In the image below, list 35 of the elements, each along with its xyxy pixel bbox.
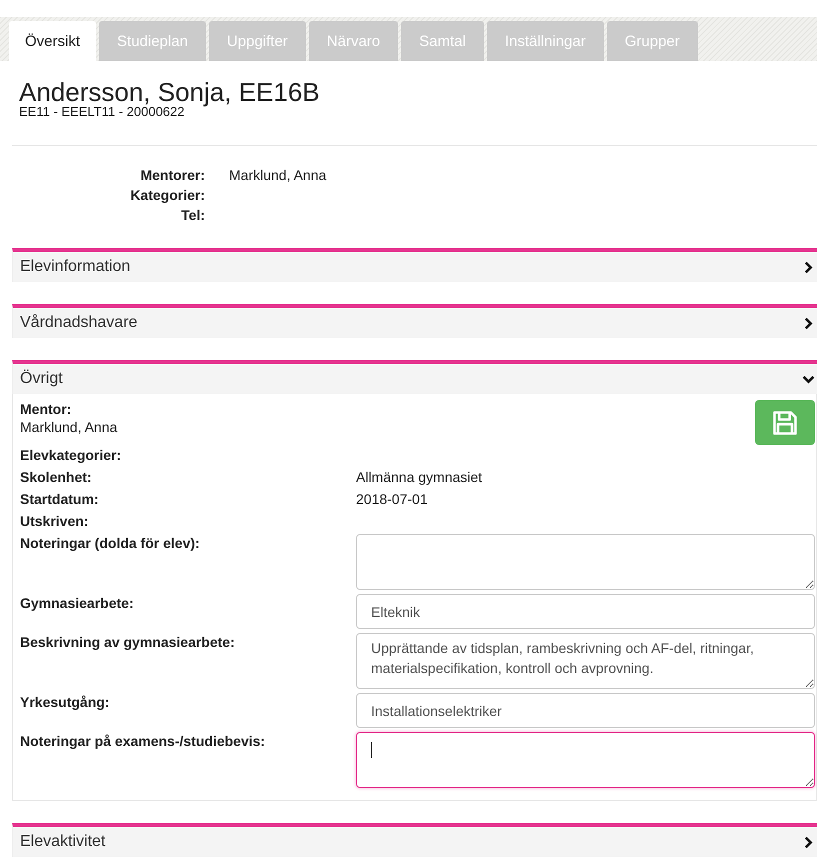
field-value: Marklund, Anna: [20, 418, 118, 436]
panel-title: Vårdnadshavare: [20, 314, 138, 332]
field-value: 2018-07-01: [356, 490, 428, 508]
chevron-right-icon[interactable]: [802, 836, 815, 848]
panel-header[interactable]: Elevinformation: [12, 248, 817, 282]
panel-title: Övrigt: [20, 370, 63, 388]
field-value: Allmänna gymnasiet: [356, 468, 482, 486]
student-name: Andersson, Sonja, EE16B: [19, 79, 321, 105]
info-value: Marklund, Anna: [229, 166, 328, 184]
tab[interactable]: Översikt: [9, 21, 96, 61]
field-label: Noteringar på examens-/studiebevis:: [20, 732, 266, 750]
panel-title: Elevaktivitet: [20, 833, 106, 851]
field-label: Beskrivning av gymnasiearbete:: [20, 633, 236, 651]
chevron-right-icon[interactable]: [802, 316, 815, 330]
panel-header[interactable]: Vårdnadshavare: [12, 304, 817, 338]
panel-header[interactable]: Övrigt: [12, 360, 817, 394]
text-area[interactable]: [356, 732, 815, 788]
info-label: Tel:: [180, 206, 205, 224]
text-area[interactable]: Upprättande av tidsplan, rambeskrivning och AF-del, ritningar, materialspecifikation, kontroll och avprovning.: [356, 633, 815, 689]
field-label: Noteringar (dolda för elev):: [20, 534, 201, 552]
panel-header[interactable]: Elevaktivitet: [12, 823, 817, 857]
field-label: Utskriven:: [20, 512, 90, 530]
input-field[interactable]: Elteknik: [356, 594, 815, 629]
input-field[interactable]: Installationselektriker: [356, 693, 815, 728]
field-label: Mentor:: [20, 400, 72, 418]
info-label: Mentorer:: [139, 166, 205, 184]
chevron-right-icon[interactable]: [802, 260, 815, 274]
field-label: Gymnasiearbete:: [20, 594, 135, 612]
info-label: Kategorier:: [129, 186, 205, 204]
field-label: Yrkesutgång:: [20, 693, 110, 711]
panel-title: Elevinformation: [20, 258, 130, 276]
field-label: Startdatum:: [20, 490, 100, 508]
field-label: Skolenhet:: [20, 468, 93, 486]
field-label: Elevkategorier:: [20, 446, 122, 464]
student-subtitle: EE11 - EEELT11 - 20000622: [19, 105, 184, 119]
